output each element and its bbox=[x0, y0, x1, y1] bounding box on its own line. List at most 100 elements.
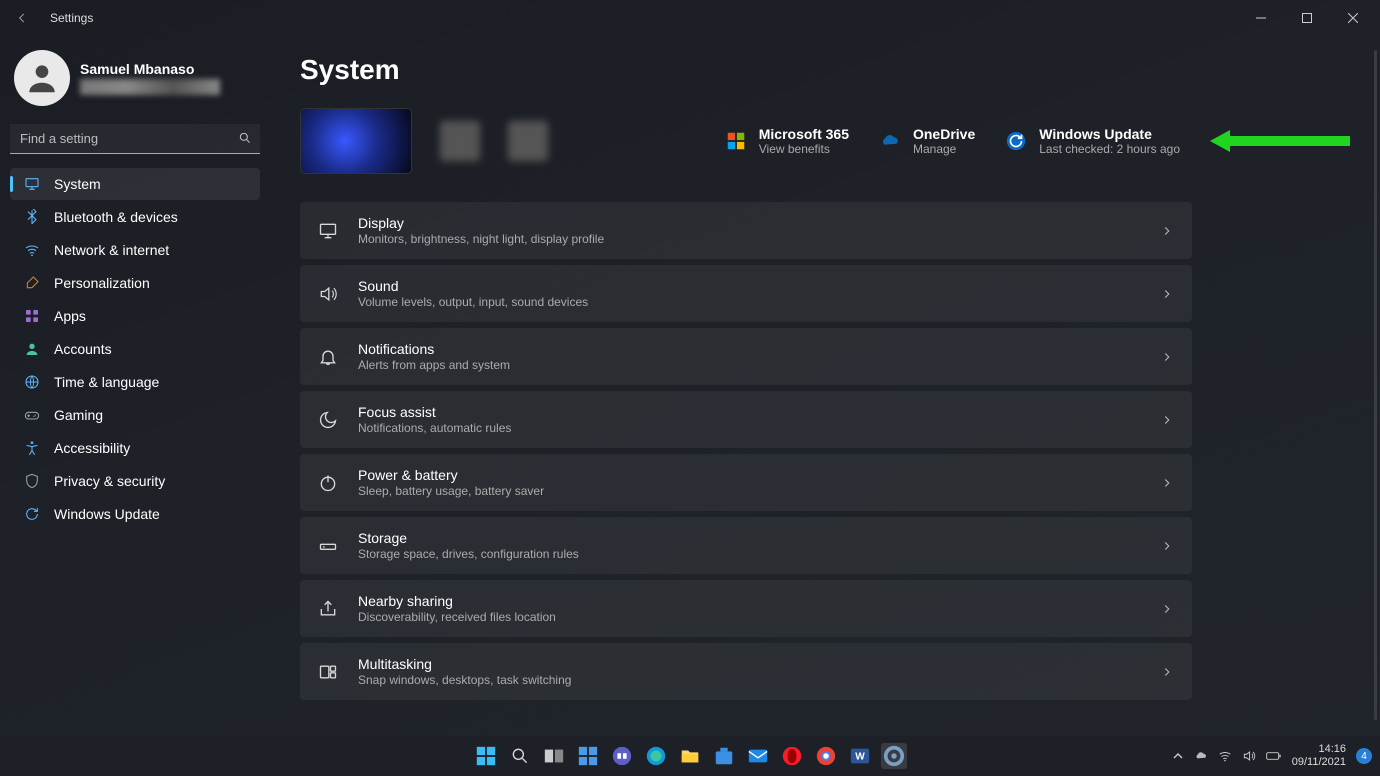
shield-icon bbox=[24, 473, 40, 489]
minimize-button[interactable] bbox=[1238, 2, 1284, 34]
sidebar-item-bluetooth[interactable]: Bluetooth & devices bbox=[10, 201, 260, 233]
search-input[interactable] bbox=[10, 124, 260, 154]
row-subtitle: Monitors, brightness, night light, displ… bbox=[358, 232, 604, 246]
search-box[interactable] bbox=[10, 124, 260, 154]
sidebar-item-time[interactable]: Time & language bbox=[10, 366, 260, 398]
tray-volume-icon[interactable] bbox=[1242, 749, 1256, 763]
sidebar-item-accessibility[interactable]: Accessibility bbox=[10, 432, 260, 464]
sidebar-item-personalization[interactable]: Personalization bbox=[10, 267, 260, 299]
sidebar-item-system[interactable]: System bbox=[10, 168, 260, 200]
profile-card[interactable]: Samuel Mbanaso bbox=[10, 46, 260, 116]
row-subtitle: Discoverability, received files location bbox=[358, 610, 556, 624]
close-button[interactable] bbox=[1330, 2, 1376, 34]
svg-text:W: W bbox=[855, 752, 865, 763]
sidebar-item-label: Personalization bbox=[54, 275, 150, 291]
taskbar-settings-icon[interactable] bbox=[881, 743, 907, 769]
row-subtitle: Storage space, drives, configuration rul… bbox=[358, 547, 579, 561]
taskbar-start-icon[interactable] bbox=[473, 743, 499, 769]
settings-row-notifications[interactable]: NotificationsAlerts from apps and system bbox=[300, 328, 1192, 385]
profile-email-blurred bbox=[80, 79, 220, 95]
pc-name-blurred bbox=[440, 121, 480, 161]
wifi-icon bbox=[24, 242, 40, 258]
tray-chevron-icon[interactable] bbox=[1172, 750, 1184, 762]
sidebar-item-label: System bbox=[54, 176, 101, 192]
windows-update-card[interactable]: Windows Update Last checked: 2 hours ago bbox=[1005, 126, 1180, 156]
chevron-right-icon bbox=[1160, 287, 1174, 301]
tray-battery-icon[interactable] bbox=[1266, 749, 1282, 763]
share-icon bbox=[318, 599, 338, 619]
onedrive-card[interactable]: OneDrive Manage bbox=[879, 126, 975, 156]
sound-icon bbox=[318, 284, 338, 304]
sidebar-item-update[interactable]: Windows Update bbox=[10, 498, 260, 530]
taskbar-taskview-icon[interactable] bbox=[541, 743, 567, 769]
taskbar-store-icon[interactable] bbox=[711, 743, 737, 769]
annotation-arrow bbox=[1210, 128, 1350, 154]
chevron-right-icon bbox=[1160, 413, 1174, 427]
multitask-icon bbox=[318, 662, 338, 682]
tray-clock[interactable]: 14:16 09/11/2021 bbox=[1292, 743, 1346, 768]
row-title: Storage bbox=[358, 530, 579, 546]
sidebar-item-privacy[interactable]: Privacy & security bbox=[10, 465, 260, 497]
onedrive-title: OneDrive bbox=[913, 126, 975, 142]
page-title: System bbox=[300, 54, 1350, 86]
row-subtitle: Alerts from apps and system bbox=[358, 358, 510, 372]
settings-row-nearby[interactable]: Nearby sharingDiscoverability, received … bbox=[300, 580, 1192, 637]
tray-onedrive-icon[interactable] bbox=[1194, 749, 1208, 763]
row-subtitle: Volume levels, output, input, sound devi… bbox=[358, 295, 588, 309]
taskbar-edge-icon[interactable] bbox=[643, 743, 669, 769]
taskbar-opera-icon[interactable] bbox=[779, 743, 805, 769]
back-button[interactable] bbox=[10, 6, 34, 30]
chevron-right-icon bbox=[1160, 539, 1174, 553]
tray-wifi-icon[interactable] bbox=[1218, 749, 1232, 763]
row-title: Display bbox=[358, 215, 604, 231]
taskbar-mail-icon[interactable] bbox=[745, 743, 771, 769]
onedrive-icon bbox=[879, 130, 901, 152]
row-title: Sound bbox=[358, 278, 588, 294]
taskbar-search-icon[interactable] bbox=[507, 743, 533, 769]
settings-row-multitask[interactable]: MultitaskingSnap windows, desktops, task… bbox=[300, 643, 1192, 700]
m365-title: Microsoft 365 bbox=[759, 126, 849, 142]
taskbar-chat-icon[interactable] bbox=[609, 743, 635, 769]
row-title: Nearby sharing bbox=[358, 593, 556, 609]
chevron-right-icon bbox=[1160, 476, 1174, 490]
sidebar-item-apps[interactable]: Apps bbox=[10, 300, 260, 332]
apps-icon bbox=[24, 308, 40, 324]
m365-icon bbox=[725, 130, 747, 152]
bell-icon bbox=[318, 347, 338, 367]
settings-row-display[interactable]: DisplayMonitors, brightness, night light… bbox=[300, 202, 1192, 259]
settings-row-storage[interactable]: StorageStorage space, drives, configurat… bbox=[300, 517, 1192, 574]
taskbar: W 14:16 09/11/2021 4 bbox=[0, 736, 1380, 776]
settings-row-power[interactable]: Power & batterySleep, battery usage, bat… bbox=[300, 454, 1192, 511]
accessibility-icon bbox=[24, 440, 40, 456]
taskbar-chrome-icon[interactable] bbox=[813, 743, 839, 769]
scrollbar[interactable] bbox=[1374, 50, 1377, 720]
maximize-button[interactable] bbox=[1284, 2, 1330, 34]
m365-card[interactable]: Microsoft 365 View benefits bbox=[725, 126, 849, 156]
sidebar-item-label: Network & internet bbox=[54, 242, 169, 258]
rename-button-blurred bbox=[508, 121, 548, 161]
settings-row-sound[interactable]: SoundVolume levels, output, input, sound… bbox=[300, 265, 1192, 322]
pc-thumbnail[interactable] bbox=[300, 108, 412, 174]
sidebar-item-gaming[interactable]: Gaming bbox=[10, 399, 260, 431]
globe-icon bbox=[24, 374, 40, 390]
sidebar-item-label: Accessibility bbox=[54, 440, 130, 456]
sidebar-item-accounts[interactable]: Accounts bbox=[10, 333, 260, 365]
sidebar-item-network[interactable]: Network & internet bbox=[10, 234, 260, 266]
taskbar-widgets-icon[interactable] bbox=[575, 743, 601, 769]
game-icon bbox=[24, 407, 40, 423]
bluetooth-icon bbox=[24, 209, 40, 225]
taskbar-word-icon[interactable]: W bbox=[847, 743, 873, 769]
chevron-right-icon bbox=[1160, 350, 1174, 364]
row-title: Notifications bbox=[358, 341, 510, 357]
sidebar-item-label: Accounts bbox=[54, 341, 112, 357]
settings-row-focus[interactable]: Focus assistNotifications, automatic rul… bbox=[300, 391, 1192, 448]
sidebar: Samuel Mbanaso System Bluetooth & devices… bbox=[0, 36, 270, 736]
row-subtitle: Snap windows, desktops, task switching bbox=[358, 673, 571, 687]
row-title: Multitasking bbox=[358, 656, 571, 672]
monitor-icon bbox=[24, 176, 40, 192]
row-subtitle: Sleep, battery usage, battery saver bbox=[358, 484, 544, 498]
taskbar-explorer-icon[interactable] bbox=[677, 743, 703, 769]
brush-icon bbox=[24, 275, 40, 291]
moon-icon bbox=[318, 410, 338, 430]
tray-notification-badge[interactable]: 4 bbox=[1356, 748, 1372, 764]
